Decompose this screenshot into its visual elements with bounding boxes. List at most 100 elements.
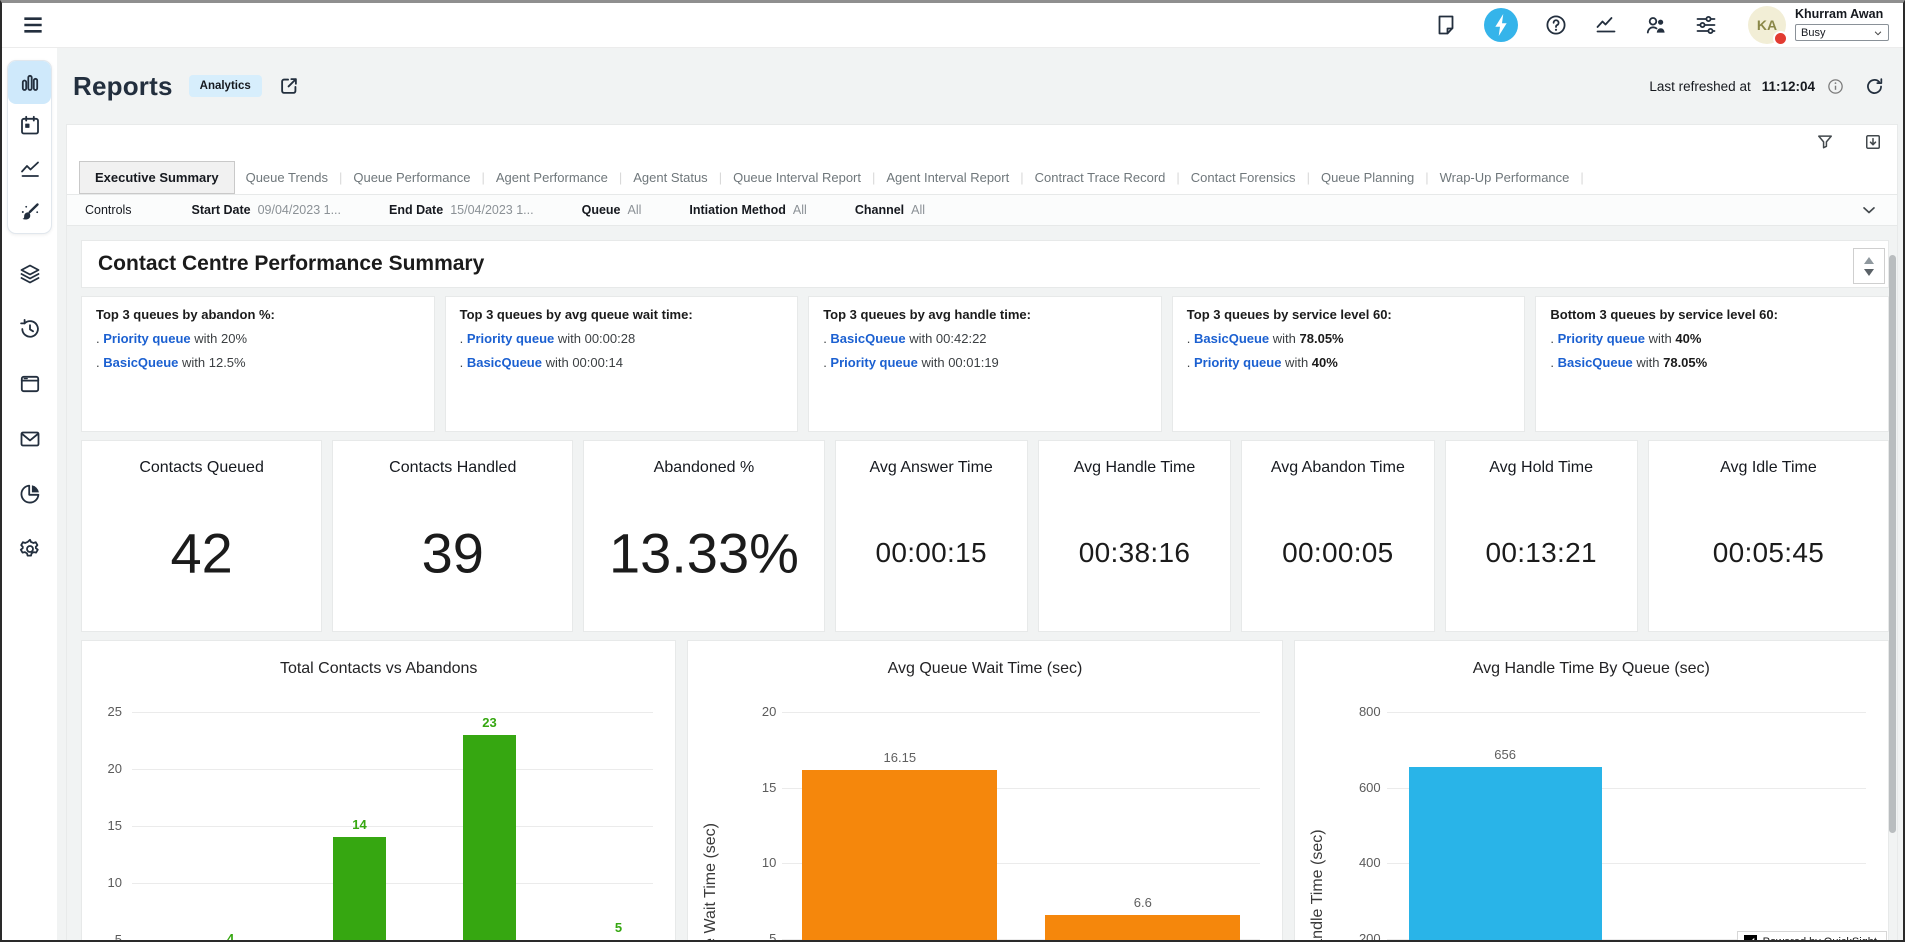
hamburger-menu-icon[interactable] <box>20 12 46 38</box>
filter-label: Channel <box>855 203 904 217</box>
tab-executive-summary[interactable]: Executive Summary <box>79 161 235 194</box>
dashboard-sheet: Contact Centre Performance Summary Top 3… <box>67 226 1897 940</box>
y-tick-label: 15 <box>740 780 776 795</box>
sidebar-item-gear[interactable] <box>2 521 57 576</box>
quicksight-logo-icon <box>1744 935 1757 940</box>
help-icon[interactable] <box>1544 13 1568 37</box>
tab-contact-forensics[interactable]: Contact Forensics <box>1180 163 1307 192</box>
queue-link[interactable]: Priority queue <box>1558 331 1645 346</box>
filter-end-date[interactable]: End Date15/04/2023 1... <box>389 203 534 217</box>
insight-value: 00:00:28 <box>585 331 636 346</box>
avatar[interactable]: KA <box>1748 6 1786 44</box>
filter-start-date[interactable]: Start Date09/04/2023 1... <box>192 203 341 217</box>
gridline <box>1387 712 1866 713</box>
kpi-value: 42 <box>82 521 321 586</box>
sidebar-item-window[interactable] <box>2 356 57 411</box>
insight-line: . BasicQueue with 00:00:14 <box>460 355 784 370</box>
chevron-down-icon[interactable] <box>1859 200 1879 220</box>
queue-link[interactable]: Priority queue <box>1194 355 1281 370</box>
insight-value: 78.05% <box>1300 331 1344 346</box>
queue-link[interactable]: BasicQueue <box>1194 331 1269 346</box>
filter-intiation-method[interactable]: Intiation MethodAll <box>689 203 806 217</box>
kpi-label: Avg Idle Time <box>1649 459 1888 477</box>
kpi-card-avg-answer-time: Avg Answer Time00:00:15 <box>835 440 1028 632</box>
bar-value-label: 656 <box>1389 747 1622 762</box>
bar[interactable] <box>1409 767 1602 941</box>
external-link-icon[interactable] <box>278 75 300 97</box>
filter-funnel-icon[interactable] <box>1815 132 1835 152</box>
queue-link[interactable]: BasicQueue <box>830 331 905 346</box>
insight-line: . Priority queue with 40% <box>1187 355 1511 370</box>
gridline <box>132 712 653 713</box>
y-tick-label: 25 <box>86 704 122 719</box>
insight-card-title: Top 3 queues by avg handle time: <box>823 307 1147 322</box>
sidebar-item-calendar[interactable] <box>8 104 51 147</box>
tab-queue-interval-report[interactable]: Queue Interval Report <box>722 163 872 192</box>
sidebar-item-line-chart[interactable] <box>8 147 51 190</box>
spinner-up-icon[interactable] <box>1864 257 1874 264</box>
user-info: Khurram Awan Busy <box>1795 6 1889 41</box>
bolt-icon[interactable] <box>1484 8 1518 42</box>
insight-card-title: Top 3 queues by abandon %: <box>96 307 420 322</box>
vertical-scrollbar[interactable] <box>1889 255 1896 833</box>
insight-card: Top 3 queues by abandon %:. Priority que… <box>81 296 435 432</box>
queue-link[interactable]: BasicQueue <box>103 355 178 370</box>
tab-queue-planning[interactable]: Queue Planning <box>1310 163 1425 192</box>
filters: Start Date09/04/2023 1... End Date15/04/2… <box>192 203 974 217</box>
sidebar-item-history[interactable] <box>2 301 57 356</box>
metrics-icon[interactable] <box>1594 13 1618 37</box>
sliders-icon[interactable] <box>1694 13 1718 37</box>
sidebar-item-layers[interactable] <box>2 246 57 301</box>
queue-link[interactable]: BasicQueue <box>467 355 542 370</box>
bar[interactable] <box>1045 915 1240 940</box>
export-icon[interactable] <box>1863 132 1883 152</box>
tab-queue-trends[interactable]: Queue Trends <box>235 163 339 192</box>
filter-queue[interactable]: QueueAll <box>582 203 642 217</box>
filter-value: 15/04/2023 1... <box>450 203 533 217</box>
insight-line: . Priority queue with 00:01:19 <box>823 355 1147 370</box>
bar[interactable] <box>802 770 997 940</box>
page-title: Reports <box>73 71 173 102</box>
bar-value-label: 16.15 <box>782 750 1017 765</box>
filter-value: All <box>793 203 807 217</box>
chart-title: Avg Handle Time By Queue (sec) <box>1295 660 1888 678</box>
insight-card: Bottom 3 queues by service level 60:. Pr… <box>1535 296 1889 432</box>
note-icon[interactable] <box>1434 13 1458 37</box>
bar[interactable] <box>463 735 516 940</box>
queue-link[interactable]: Priority queue <box>830 355 917 370</box>
powered-by-quicksight-badge: Powered by QuickSight <box>1737 931 1887 940</box>
tab-agent-interval-report[interactable]: Agent Interval Report <box>875 163 1020 192</box>
tab-contract-trace-record[interactable]: Contract Trace Record <box>1024 163 1177 192</box>
tab-wrap-up-performance[interactable]: Wrap-Up Performance <box>1429 163 1581 192</box>
bar-chart-icon <box>18 71 42 95</box>
layers-icon <box>18 262 42 286</box>
bar[interactable] <box>333 837 386 940</box>
kpi-card-contacts-queued: Contacts Queued42 <box>81 440 322 632</box>
body-row: Reports Analytics Last refreshed at 11:1… <box>2 48 1903 940</box>
spinner-down-icon[interactable] <box>1864 269 1874 276</box>
gridline <box>782 712 1259 713</box>
queue-link[interactable]: Priority queue <box>103 331 190 346</box>
report-panel: Executive SummaryQueue Trends|Queue Perf… <box>66 124 1898 940</box>
sidebar-item-mail[interactable] <box>2 411 57 466</box>
users-icon[interactable] <box>1644 13 1668 37</box>
sidebar-item-bar-chart[interactable] <box>8 61 51 104</box>
gridline <box>132 883 653 884</box>
sidebar-item-pie-chart[interactable] <box>2 466 57 521</box>
queue-link[interactable]: Priority queue <box>467 331 554 346</box>
window-icon <box>18 372 42 396</box>
kpi-label: Avg Answer Time <box>836 459 1027 477</box>
refresh-icon[interactable] <box>1864 76 1885 97</box>
tab-agent-status[interactable]: Agent Status <box>622 163 718 192</box>
sidebar-item-paint-brush[interactable] <box>8 190 51 233</box>
chart-title: Total Contacts vs Abandons <box>82 660 675 678</box>
bar-value-label: 14 <box>313 817 406 832</box>
filter-channel[interactable]: ChannelAll <box>855 203 925 217</box>
tab-agent-performance[interactable]: Agent Performance <box>485 163 619 192</box>
queue-link[interactable]: BasicQueue <box>1558 355 1633 370</box>
summary-title: Contact Centre Performance Summary <box>98 252 484 276</box>
tab-queue-performance[interactable]: Queue Performance <box>342 163 481 192</box>
info-icon[interactable] <box>1826 77 1845 96</box>
sheet-spinner[interactable] <box>1853 248 1885 284</box>
status-dropdown[interactable]: Busy <box>1795 24 1889 41</box>
